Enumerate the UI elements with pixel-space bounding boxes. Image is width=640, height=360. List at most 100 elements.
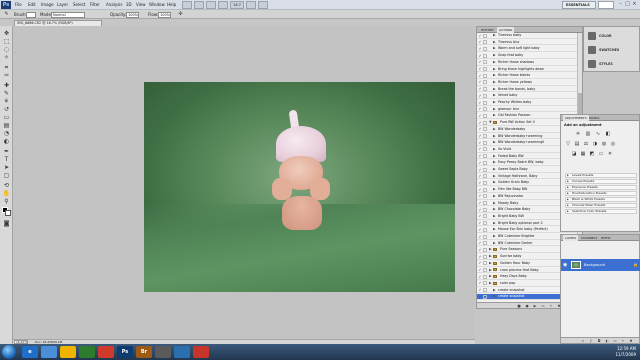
dialog-toggle-icon[interactable] — [483, 127, 487, 132]
preset-exposure[interactable]: Exposure Presets — [565, 185, 637, 190]
dialog-toggle-icon[interactable] — [483, 288, 487, 293]
layer-row-background[interactable]: ◉ Background 🔒 — [561, 259, 640, 271]
expand-arrow-icon[interactable]: ▶ — [493, 174, 496, 179]
layer-name[interactable]: Background — [584, 262, 605, 268]
action-row[interactable]: ✓ ▶ Snap that baby — [477, 53, 578, 59]
expand-arrow-icon[interactable]: ▶ — [493, 100, 496, 105]
dialog-toggle-icon[interactable] — [483, 294, 487, 299]
menu-analysis[interactable]: Analysis — [106, 2, 122, 7]
trash-icon[interactable]: ✖ — [629, 339, 633, 343]
zoom-level-display[interactable]: 16.7 — [230, 1, 244, 9]
dialog-toggle-icon[interactable] — [483, 73, 487, 78]
dialog-toggle-icon[interactable] — [483, 234, 487, 239]
adjustment-layer-icon[interactable]: ◐ — [605, 339, 609, 343]
lasso-tool-icon[interactable]: ◌ — [2, 46, 11, 53]
start-button[interactable] — [2, 345, 16, 359]
background-color-swatch[interactable] — [5, 210, 11, 216]
expand-arrow-icon[interactable]: ▶ — [493, 33, 496, 38]
expand-arrow-icon[interactable]: ▶ — [493, 87, 496, 92]
taskbar-app-icon[interactable] — [60, 346, 76, 358]
expand-arrow-icon[interactable]: ▶ — [493, 194, 496, 199]
action-row[interactable]: ✓ ▶ Break the bands, baby — [477, 87, 578, 93]
dialog-toggle-icon[interactable] — [483, 100, 487, 105]
toggle-check-icon[interactable]: ✓ — [478, 67, 482, 71]
brush-tool-icon[interactable]: ✎ — [2, 90, 11, 97]
type-tool-icon[interactable]: T — [2, 156, 11, 163]
expand-arrow-icon[interactable]: ▶ — [493, 127, 496, 132]
brush-tool-icon[interactable]: ✎ — [2, 11, 11, 18]
flow-input[interactable]: 100% — [158, 11, 171, 18]
menu-file[interactable]: File — [15, 2, 22, 7]
hand-tool-icon[interactable]: ✋ — [2, 190, 11, 197]
dialog-toggle-icon[interactable] — [483, 60, 487, 65]
marquee-tool-icon[interactable]: ⬚ — [2, 38, 11, 45]
action-row[interactable]: ✓ ▶ Warm and soft light baby — [477, 46, 578, 53]
preset-hue-saturation[interactable]: Hue/Saturation Presets — [565, 191, 637, 196]
preset-channel-mixer[interactable]: Channel Mixer Presets — [565, 203, 637, 208]
airbrush-icon[interactable]: ✣ — [176, 11, 185, 18]
zoom-tool-button[interactable] — [218, 1, 228, 9]
system-clock[interactable]: 12:59 AM 11/7/2009 — [615, 346, 636, 358]
expand-arrow-icon[interactable]: ▶ — [493, 140, 496, 145]
expand-arrow-icon[interactable]: ▶ — [493, 234, 496, 239]
curves-icon[interactable]: ∿ — [595, 131, 601, 137]
menu-view[interactable]: View — [136, 2, 146, 7]
taskbar-app-icon[interactable] — [41, 346, 57, 358]
expand-arrow-icon[interactable]: ▶ — [493, 294, 496, 299]
toggle-check-icon[interactable]: ✓ — [478, 221, 482, 225]
toggle-check-icon[interactable]: ✓ — [478, 214, 482, 218]
dialog-toggle-icon[interactable] — [483, 221, 487, 226]
expand-arrow-icon[interactable]: ▶ — [489, 254, 492, 259]
toggle-check-icon[interactable]: ✓ — [478, 275, 482, 279]
shape-tool-icon[interactable]: ▢ — [2, 172, 11, 179]
dialog-toggle-icon[interactable] — [483, 174, 487, 179]
toggle-check-icon[interactable]: ✓ — [478, 134, 482, 138]
action-row[interactable]: ✓ ▶ Velvet baby — [477, 93, 578, 100]
black-white-icon[interactable]: ◑ — [592, 141, 598, 147]
mode-select[interactable]: Normal — [51, 11, 85, 18]
path-select-tool-icon[interactable]: ➤ — [2, 164, 11, 171]
zoom-tool-icon[interactable]: ⚲ — [2, 198, 11, 205]
quick-mask-icon[interactable]: ◙ — [2, 220, 11, 227]
toggle-check-icon[interactable]: ✓ — [478, 147, 482, 151]
exposure-icon[interactable]: ◧ — [605, 131, 611, 137]
dialog-toggle-icon[interactable] — [483, 247, 487, 252]
tab-channels[interactable]: CHANNELS — [579, 235, 599, 241]
dialog-toggle-icon[interactable] — [483, 194, 487, 199]
taskbar-app-icon[interactable] — [193, 346, 209, 358]
dialog-toggle-icon[interactable] — [483, 120, 487, 125]
eraser-tool-icon[interactable]: ▭ — [2, 114, 11, 121]
expand-arrow-icon[interactable]: ▶ — [493, 107, 496, 112]
styles-panel-button[interactable]: STYLES — [586, 58, 638, 70]
expand-arrow-icon[interactable]: ▶ — [489, 281, 492, 286]
menu-window[interactable]: Window — [149, 2, 165, 7]
swatches-panel-button[interactable]: SWATCHES — [586, 44, 638, 56]
levels-icon[interactable]: ▥ — [585, 131, 591, 137]
brightness-icon[interactable]: ☀ — [575, 131, 581, 137]
toggle-check-icon[interactable]: ✓ — [478, 40, 482, 44]
channel-mixer-icon[interactable]: ◎ — [610, 141, 616, 147]
expand-arrow-icon[interactable]: ▶ — [493, 167, 496, 172]
toggle-check-icon[interactable]: ✓ — [478, 268, 482, 272]
tab-adjustments[interactable]: ADJUSTMENTS — [563, 115, 589, 121]
brush-size-picker[interactable] — [26, 11, 36, 18]
dialog-toggle-icon[interactable] — [483, 241, 487, 246]
action-row[interactable]: ✓ ▶ Peachy Whites baby — [477, 100, 578, 106]
taskbar-app-icon[interactable]: Br — [136, 346, 152, 358]
expand-arrow-icon[interactable]: ▶ — [493, 221, 496, 226]
taskbar-app-icon[interactable]: Ps — [117, 346, 133, 358]
screen-mode-button[interactable] — [258, 1, 268, 9]
dialog-toggle-icon[interactable] — [483, 46, 487, 51]
expand-arrow-icon[interactable]: ▶ — [493, 207, 496, 212]
action-row[interactable]: ✓ ▶ Bring those highlights down — [477, 67, 578, 73]
arrange-documents-button[interactable] — [246, 1, 256, 9]
expand-arrow-icon[interactable]: ▶ — [493, 113, 496, 118]
dialog-toggle-icon[interactable] — [483, 201, 487, 205]
clone-stamp-tool-icon[interactable]: ⚘ — [2, 98, 11, 105]
dialog-toggle-icon[interactable] — [483, 227, 487, 232]
gradient-map-icon[interactable]: ▭ — [598, 151, 604, 157]
expand-arrow-icon[interactable]: ▶ — [489, 247, 492, 252]
menu-3d[interactable]: 3D — [126, 2, 132, 7]
toggle-check-icon[interactable]: ✓ — [478, 228, 482, 232]
dialog-toggle-icon[interactable] — [483, 134, 487, 138]
